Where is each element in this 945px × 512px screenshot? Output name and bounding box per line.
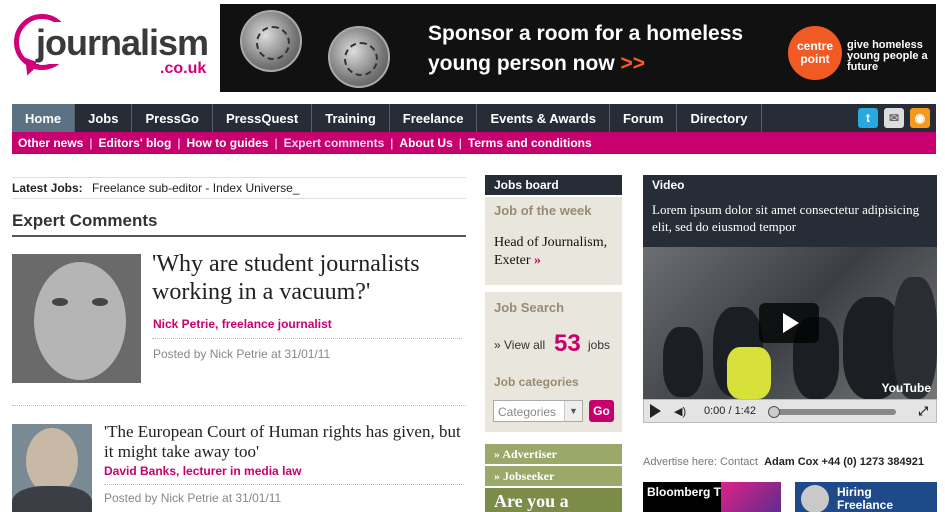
nav-item-freelance[interactable]: Freelance (390, 104, 478, 132)
job-search-box: Job Search » View all 53 jobs Job catego… (485, 292, 622, 432)
subnav-about-us[interactable]: About Us (399, 136, 452, 150)
play-overlay-icon[interactable] (759, 303, 819, 343)
video-player[interactable]: YouTube (643, 247, 937, 399)
article-title[interactable]: 'Why are student journalists working in … (152, 250, 462, 306)
jobs-board-header: Jobs board (485, 175, 622, 195)
latest-jobs-link[interactable]: Freelance sub-editor - Index Universe_ (92, 181, 299, 195)
nav-item-forum[interactable]: Forum (610, 104, 678, 132)
bloomberg-ad[interactable]: Bloomberg THE (643, 482, 781, 512)
nav-item-pressgo[interactable]: PressGo (132, 104, 213, 132)
banner-subline: young person now >> (428, 52, 646, 75)
author-photo[interactable] (12, 424, 92, 512)
banner-headline: Sponsor a room for a homeless (428, 22, 744, 45)
advertise-contact: Advertise here: Contact Adam Cox +44 (0)… (643, 456, 924, 468)
progress-knob[interactable] (768, 406, 780, 418)
sponsor-banner-ad[interactable]: Sponsor a room for a homeless young pers… (220, 4, 936, 92)
article-posted-meta: Posted by Nick Petrie at 31/01/11 (104, 491, 282, 505)
centrepoint-logo: centre point (788, 26, 842, 80)
main-nav: Home Jobs PressGo PressQuest Training Fr… (12, 104, 936, 132)
jobs-word: jobs (588, 338, 611, 352)
job-search-label: Job Search (494, 300, 565, 315)
email-icon[interactable]: ✉ (884, 108, 904, 128)
section-title: Expert Comments (12, 211, 466, 237)
twitter-icon[interactable]: t (858, 108, 878, 128)
subnav-editors-blog[interactable]: Editors' blog (98, 136, 171, 150)
author-photo[interactable] (12, 254, 141, 383)
latest-jobs-label: Latest Jobs: (12, 181, 83, 195)
banner-tagline: give homeless young people a future (847, 39, 928, 73)
coin-icon (240, 10, 302, 72)
rss-icon[interactable]: ◉ (910, 108, 930, 128)
article-author[interactable]: David Banks, lecturer in media law (104, 464, 301, 478)
nav-item-home[interactable]: Home (12, 104, 76, 132)
video-progress-bar[interactable] (768, 406, 896, 418)
go-button[interactable]: Go (589, 400, 614, 422)
video-header: Video (643, 175, 937, 195)
subnav-expert-comments[interactable]: Expert comments (284, 136, 385, 150)
subnav-terms[interactable]: Terms and conditions (468, 136, 592, 150)
view-all-link[interactable]: » View all (494, 338, 545, 352)
volume-icon[interactable]: ◀) (674, 405, 686, 418)
article-posted-meta: Posted by Nick Petrie at 31/01/11 (153, 347, 331, 361)
chevron-right-icon: » (534, 253, 542, 268)
job-count[interactable]: 53 (554, 330, 581, 358)
job-categories-label: Job categories (494, 375, 579, 389)
jobseeker-promo[interactable]: Are you a (485, 488, 622, 512)
job-of-the-week-link[interactable]: Head of Journalism, Exeter » (494, 234, 618, 270)
job-of-the-week-box: Job of the week Head of Journalism, Exet… (485, 197, 622, 285)
logo-tld: .co.uk (160, 60, 207, 77)
hiring-writers-ad[interactable]: Hiring Freelance Writers (795, 482, 937, 512)
site-logo[interactable]: journalism .co.uk (12, 12, 212, 82)
nav-item-training[interactable]: Training (312, 104, 390, 132)
jobseeker-tab[interactable]: » Jobseeker (485, 466, 622, 486)
categories-select[interactable]: Categories ▼ (493, 400, 583, 422)
youtube-logo: YouTube (881, 381, 931, 395)
logo-word: journalism (36, 22, 211, 64)
nav-item-directory[interactable]: Directory (677, 104, 762, 132)
video-controls: ◀) 0:00 / 1:42 ⤢ (643, 399, 937, 423)
latest-jobs-ticker: Latest Jobs: Freelance sub-editor - Inde… (12, 177, 466, 199)
fullscreen-icon[interactable]: ⤢ (918, 404, 928, 419)
subnav-other-news[interactable]: Other news (18, 136, 83, 150)
advertiser-tab[interactable]: » Advertiser (485, 444, 622, 464)
subnav-how-to-guides[interactable]: How to guides (186, 136, 268, 150)
sub-nav: Other news | Editors' blog | How to guides… (12, 132, 936, 154)
banner-arrows: >> (620, 52, 646, 75)
social-icons: t ✉ ◉ (852, 104, 936, 132)
page: journalism .co.uk Sponsor a room for a h… (0, 0, 945, 512)
coin-icon (328, 26, 390, 88)
chevron-down-icon: ▼ (564, 401, 582, 421)
article-title[interactable]: 'The European Court of Human rights has … (104, 422, 464, 462)
article-author[interactable]: Nick Petrie, freelance journalist (153, 317, 332, 331)
job-of-the-week-label: Job of the week (494, 203, 592, 218)
play-icon[interactable] (650, 404, 661, 418)
nav-item-pressquest[interactable]: PressQuest (213, 104, 313, 132)
video-time: 0:00 / 1:42 (704, 405, 756, 417)
nav-item-events-awards[interactable]: Events & Awards (477, 104, 610, 132)
shakespeare-icon (801, 485, 829, 512)
video-description: Lorem ipsum dolor sit amet consectetur a… (643, 195, 937, 247)
nav-item-jobs[interactable]: Jobs (75, 104, 133, 132)
